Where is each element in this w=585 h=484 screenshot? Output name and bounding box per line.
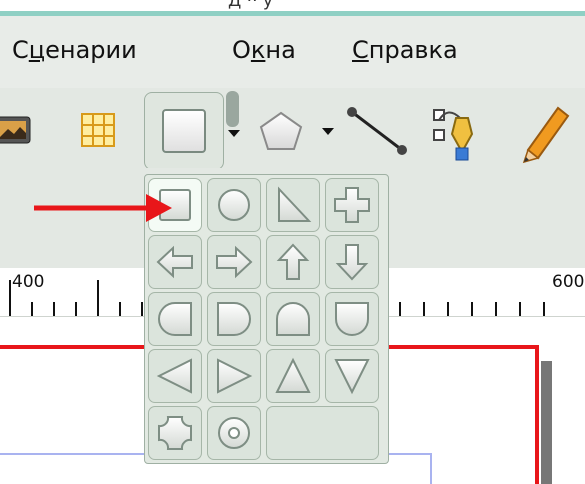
shape-arrow-right-button[interactable] <box>207 235 261 289</box>
shape-arrow-left-button[interactable] <box>148 235 202 289</box>
menu-windows-accel: к <box>250 36 266 64</box>
image-frame-tool[interactable] <box>0 110 34 150</box>
chevron-down-icon <box>228 130 240 137</box>
polygon-dropdown-arrow[interactable] <box>322 128 334 135</box>
arrow-up-icon <box>276 243 310 280</box>
menu-help[interactable]: Справка <box>352 36 458 64</box>
menu-scripts-accel: ц <box>28 36 46 64</box>
triangle-right-icon <box>217 358 253 394</box>
menu-scripts-label-rest: енарии <box>45 36 137 64</box>
half-round-left-icon <box>158 302 192 336</box>
menu-windows-label: О <box>232 36 251 64</box>
shape-triangle-down-button[interactable] <box>325 349 379 403</box>
shape-empty-slot <box>266 406 379 460</box>
triangle-up-icon <box>275 357 311 393</box>
line-icon <box>347 107 407 155</box>
menu-windows[interactable]: Окна <box>232 36 296 64</box>
shape-half-round-left-button[interactable] <box>148 292 202 346</box>
window-title-fragment: Д ·· у <box>228 0 273 11</box>
pencil-icon <box>522 106 570 164</box>
polygon-tool[interactable] <box>256 108 306 154</box>
arch-icon <box>276 302 310 336</box>
cross-icon <box>334 187 370 223</box>
menu-scripts[interactable]: Сценарии <box>12 36 137 64</box>
menu-help-label-rest: правка <box>368 36 458 64</box>
arrow-right-icon <box>216 245 253 279</box>
shape-half-round-right-button[interactable] <box>207 292 261 346</box>
shape-shield-button[interactable] <box>325 292 379 346</box>
bezier-pen-icon <box>433 109 474 161</box>
frame-border-right <box>535 345 539 484</box>
octagon-rounded-icon <box>158 416 192 450</box>
triangle-down-icon <box>334 359 370 395</box>
shape-dropdown-arrow[interactable] <box>228 130 240 137</box>
table-tool[interactable] <box>78 110 118 150</box>
frame-shadow <box>541 361 552 484</box>
shape-arrow-up-button[interactable] <box>266 235 320 289</box>
shape-triangle-left-button[interactable] <box>148 349 202 403</box>
shape-octagon-rounded-button[interactable] <box>148 406 202 460</box>
donut-icon <box>218 417 250 449</box>
half-round-right-icon <box>217 302 251 336</box>
title-bar <box>0 0 585 16</box>
guide-line-vertical <box>430 453 432 484</box>
shape-ellipse-button[interactable] <box>207 178 261 232</box>
menu-help-accel: С <box>352 36 369 64</box>
rectangle-shape-icon <box>162 109 206 153</box>
shape-triangle-up-button[interactable] <box>266 349 320 403</box>
menu-windows-label-rest: на <box>265 36 296 64</box>
right-triangle-icon <box>278 186 312 222</box>
image-frame-icon <box>0 116 31 144</box>
shape-arrow-down-button[interactable] <box>325 235 379 289</box>
annotation-arrow <box>34 190 174 226</box>
ruler-label-600: 600 <box>552 272 585 292</box>
shield-icon <box>335 302 369 336</box>
pencil-tool[interactable] <box>512 100 572 164</box>
menu-scripts-label: С <box>12 36 29 64</box>
arrow-down-icon <box>335 244 369 281</box>
triangle-left-icon <box>156 358 192 394</box>
arrow-right-icon <box>34 194 172 222</box>
shape-tool-button[interactable] <box>144 92 224 170</box>
table-icon <box>81 113 115 147</box>
ellipse-icon <box>218 189 250 221</box>
arrow-left-icon <box>156 245 193 279</box>
polygon-icon <box>259 111 303 150</box>
shape-donut-button[interactable] <box>207 406 261 460</box>
chevron-down-icon <box>322 128 334 135</box>
shape-triangle-right-button[interactable] <box>207 349 261 403</box>
shape-arch-button[interactable] <box>266 292 320 346</box>
shape-cross-button[interactable] <box>325 178 379 232</box>
bezier-tool[interactable] <box>428 104 484 164</box>
line-tool[interactable] <box>344 104 414 158</box>
shape-right-triangle-button[interactable] <box>266 178 320 232</box>
toolbar-scroll-handle[interactable] <box>226 91 239 127</box>
ruler-label-400: 400 <box>12 272 45 292</box>
